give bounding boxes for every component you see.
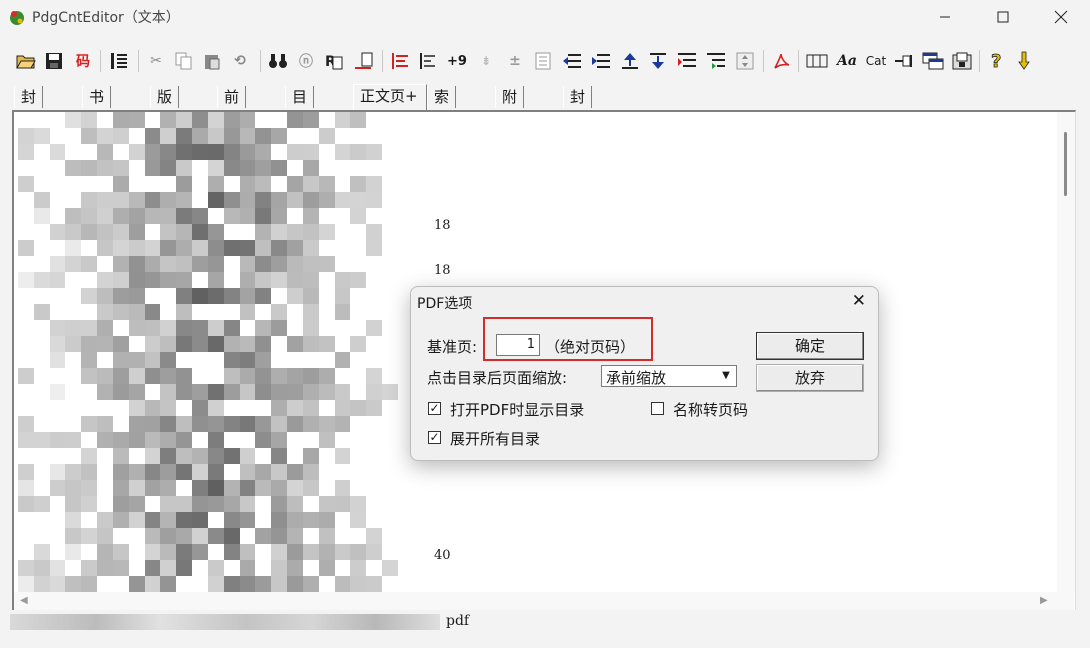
page-number: 18: [434, 263, 451, 278]
ok-button[interactable]: 确定: [756, 332, 864, 360]
paste-icon[interactable]: [201, 50, 223, 72]
base-page-note: （绝对页码）: [545, 338, 636, 356]
dialog-title: PDF选项: [417, 296, 473, 312]
move-up-icon[interactable]: [619, 50, 641, 72]
cut-icon[interactable]: ✂: [145, 50, 167, 72]
minimize-icon: [940, 16, 950, 18]
toolbar-separator: [979, 50, 980, 72]
settings-icon[interactable]: [1014, 50, 1036, 72]
tab-back-cover[interactable]: 封底页: [563, 86, 593, 150]
tab-body[interactable]: 正文页+: [353, 84, 427, 110]
category-icon[interactable]: Cat: [864, 50, 888, 72]
code-icon[interactable]: 码: [72, 50, 94, 72]
page-number: 18: [434, 218, 451, 233]
maximize-icon: [997, 11, 1009, 23]
goto-page-icon[interactable]: +9: [446, 50, 468, 72]
help-icon[interactable]: ?: [986, 50, 1008, 72]
dialog-close-icon[interactable]: ✕: [852, 291, 866, 311]
tab-copyright[interactable]: 版权页: [150, 86, 180, 150]
toolbar-separator: [100, 50, 101, 72]
tab-preface[interactable]: 前言页: [217, 86, 247, 150]
expand-all-label: 展开所有目录: [450, 430, 541, 448]
pin-icon[interactable]: [893, 50, 915, 72]
app-icon: [10, 11, 24, 25]
base-page-input[interactable]: 1: [496, 334, 540, 356]
toolbar-separator: [763, 50, 764, 72]
pdf-options-dialog: PDF选项 ✕ 基准页: 1 （绝对页码） 点击目录后页面缩放: 承前缩放 ▼ …: [410, 286, 879, 461]
find-next-icon[interactable]: ⓝ: [295, 50, 317, 72]
maximize-button[interactable]: [974, 0, 1032, 34]
find-icon[interactable]: [267, 50, 289, 72]
blurred-path: [10, 614, 440, 630]
toolbar: 码 ✂ ⟲ ⓝ R +9 ⇟ ± Aa Cat ?: [0, 44, 1090, 78]
title-bar: PdgCntEditor（文本）: [0, 0, 1090, 34]
level-down-icon[interactable]: ⇟: [475, 50, 497, 72]
save-icon[interactable]: [43, 50, 65, 72]
base-page-label: 基准页:: [427, 338, 478, 356]
insert-top-icon[interactable]: [676, 50, 698, 72]
copy-icon[interactable]: [173, 50, 195, 72]
tab-title-page[interactable]: 书名页: [82, 86, 112, 150]
status-text: pdf: [446, 613, 470, 629]
close-icon: [1054, 10, 1068, 24]
zoom-select-value: 承前缩放: [606, 369, 667, 387]
zoom-select[interactable]: 承前缩放 ▼: [601, 365, 737, 387]
pdf-icon[interactable]: [770, 50, 792, 72]
move-right-icon[interactable]: [590, 50, 612, 72]
tab-appendix[interactable]: 附录页: [495, 86, 525, 150]
undo-icon[interactable]: ⟲: [229, 50, 251, 72]
tab-cover[interactable]: 封面页: [14, 86, 44, 150]
page-icon[interactable]: [532, 50, 554, 72]
export-icon[interactable]: [951, 50, 973, 72]
move-left-icon[interactable]: [561, 50, 583, 72]
close-button[interactable]: [1032, 0, 1090, 34]
zoom-label: 点击目录后页面缩放:: [427, 369, 568, 387]
tab-toc[interactable]: 目录页: [285, 86, 315, 150]
chevron-down-icon[interactable]: ▼: [718, 368, 734, 384]
scroll-left-icon[interactable]: ◀: [20, 595, 28, 606]
name-to-page-checkbox[interactable]: [651, 402, 664, 415]
show-toc-label: 打开PDF时显示目录: [450, 401, 585, 419]
horizontal-scrollbar[interactable]: ◀ ▶: [14, 592, 1074, 610]
align-left-icon[interactable]: [389, 50, 411, 72]
scroll-thumb[interactable]: [1064, 132, 1067, 196]
status-bar: pdf: [8, 612, 1082, 634]
window-icon[interactable]: [922, 50, 944, 72]
toolbar-separator: [138, 50, 139, 72]
outline-icon[interactable]: [108, 50, 130, 72]
fit-icon[interactable]: [734, 50, 756, 72]
columns-icon[interactable]: [806, 50, 828, 72]
toolbar-separator: [260, 50, 261, 72]
tab-index[interactable]: 索引页: [427, 86, 457, 150]
move-down-icon[interactable]: [647, 50, 669, 72]
scroll-right-icon[interactable]: ▶: [1040, 595, 1048, 606]
show-toc-checkbox[interactable]: ✓: [428, 402, 441, 415]
replace-all-icon[interactable]: [353, 50, 375, 72]
toolbar-separator: [798, 50, 799, 72]
replace-icon[interactable]: R: [323, 50, 345, 72]
toolbar-separator: [382, 50, 383, 72]
font-icon[interactable]: Aa: [836, 50, 858, 72]
insert-sub-icon[interactable]: [705, 50, 727, 72]
vertical-scrollbar[interactable]: [1057, 112, 1075, 592]
svg-text:?: ?: [991, 51, 1001, 71]
open-folder-icon[interactable]: [15, 50, 37, 72]
page-number: 40: [434, 548, 451, 563]
cancel-button[interactable]: 放弃: [756, 364, 864, 392]
level-up-icon[interactable]: ±: [504, 50, 526, 72]
name-to-page-label: 名称转页码: [673, 401, 749, 419]
indent-icon[interactable]: [417, 50, 439, 72]
minimize-button[interactable]: [916, 0, 974, 34]
expand-all-checkbox[interactable]: ✓: [428, 431, 441, 444]
window-title: PdgCntEditor（文本）: [32, 10, 180, 26]
blurred-content: [18, 112, 398, 592]
